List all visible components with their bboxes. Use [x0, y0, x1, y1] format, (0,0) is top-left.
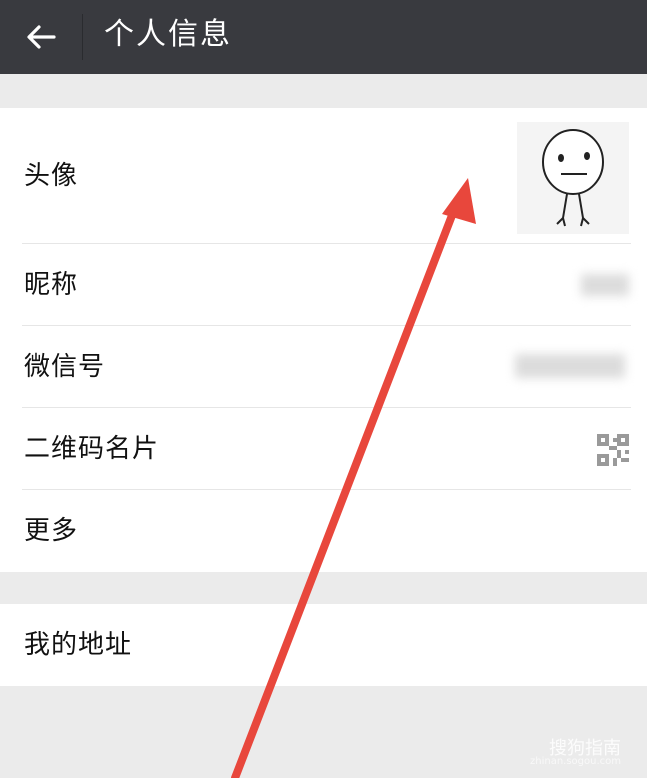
profile-group: 头像 昵称 微信号 二维码名片 更多: [0, 108, 647, 572]
watermark-url: zhinan.sogou.com: [529, 756, 621, 767]
address-label: 我的地址: [24, 630, 133, 660]
back-button[interactable]: [0, 0, 82, 74]
more-row[interactable]: 更多: [0, 490, 647, 572]
address-group: 我的地址: [0, 604, 647, 686]
wechat-id-label: 微信号: [24, 352, 106, 382]
qr-card-label: 二维码名片: [24, 434, 160, 464]
nickname-value-blurred: [581, 274, 629, 296]
top-bar: 个人信息: [0, 0, 647, 74]
qr-card-row[interactable]: 二维码名片: [0, 408, 647, 490]
header-divider: [82, 14, 83, 60]
avatar-image: [542, 129, 604, 227]
avatar-label: 头像: [24, 161, 79, 191]
avatar-row[interactable]: 头像: [0, 108, 647, 244]
nickname-row[interactable]: 昵称: [0, 244, 647, 326]
arrow-left-icon: [27, 25, 56, 49]
more-label: 更多: [24, 516, 79, 546]
nickname-label: 昵称: [24, 270, 79, 300]
address-row[interactable]: 我的地址: [0, 604, 647, 686]
avatar[interactable]: [517, 122, 629, 234]
qr-code-icon: [597, 434, 629, 466]
page-title: 个人信息: [104, 17, 232, 52]
watermark: 搜狗指南 zhinan.sogou.com: [530, 734, 621, 767]
wechat-id-value-blurred: [515, 354, 625, 378]
wechat-id-row[interactable]: 微信号: [0, 326, 647, 408]
